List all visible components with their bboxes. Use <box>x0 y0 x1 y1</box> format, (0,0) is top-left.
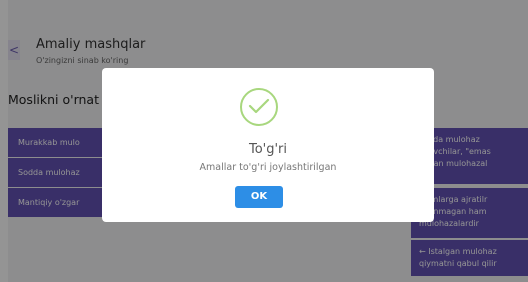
ok-button[interactable]: OK <box>235 186 283 208</box>
dialog-title: To'g'ri <box>248 142 288 157</box>
dialog-message: Amallar to'g'ri joylashtirilgan <box>199 162 337 173</box>
success-dialog: To'g'ri Amallar to'g'ri joylashtirilgan … <box>102 68 434 222</box>
check-icon <box>240 88 278 126</box>
